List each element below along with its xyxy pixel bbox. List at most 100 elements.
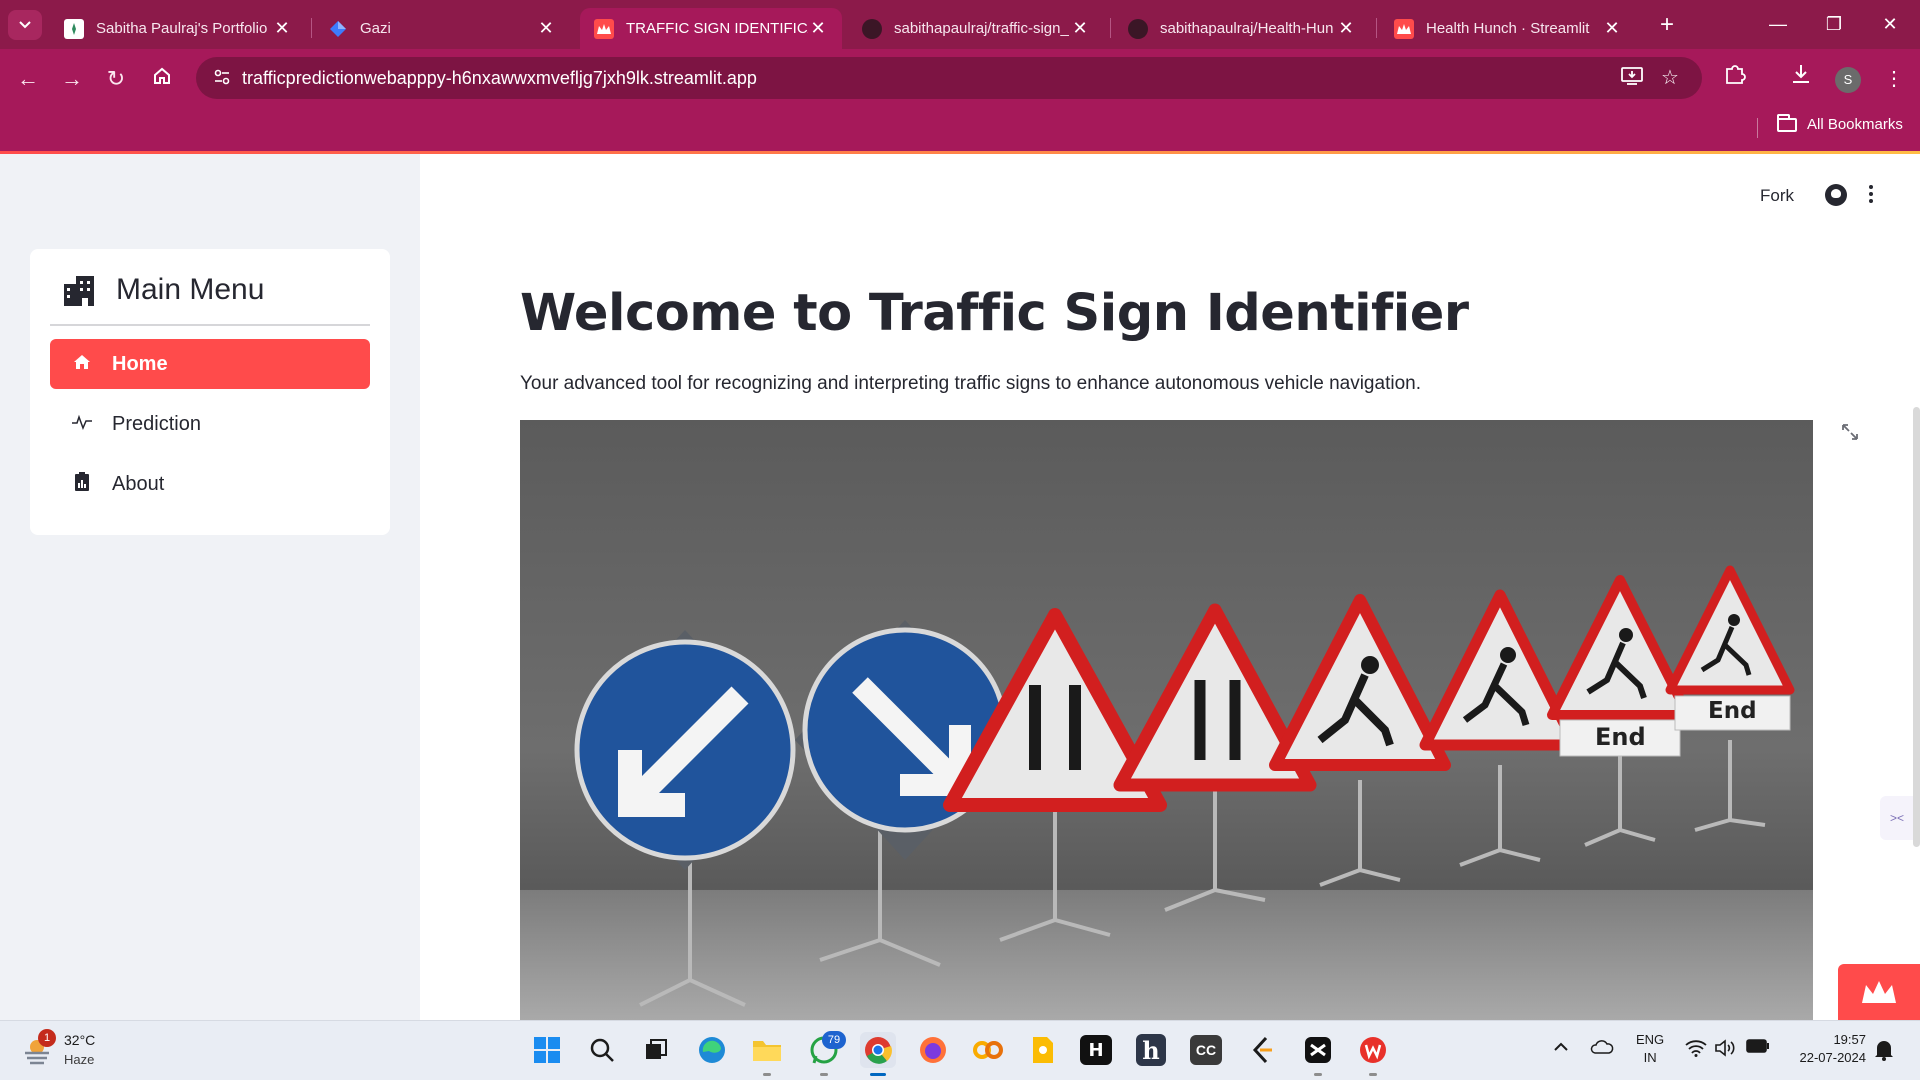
new-tab-button[interactable]: +: [1652, 12, 1682, 40]
github-favicon-icon: [862, 18, 882, 39]
floating-side-widget[interactable]: ><: [1880, 796, 1914, 840]
house-icon: [70, 353, 94, 376]
bookmark-star-icon[interactable]: ☆: [1658, 66, 1682, 90]
codechef-app[interactable]: CC: [1190, 1035, 1222, 1065]
close-tab-icon[interactable]: ✕: [1070, 18, 1090, 39]
fork-button[interactable]: Fork: [1760, 186, 1794, 206]
search-button[interactable]: [584, 1032, 620, 1068]
file-explorer-app[interactable]: [749, 1032, 785, 1068]
chrome-app[interactable]: [860, 1032, 896, 1068]
nav-item-home[interactable]: Home: [50, 339, 370, 389]
bookmarks-divider: [1757, 118, 1758, 138]
wifi-tray[interactable]: [1684, 1039, 1708, 1063]
close-tab-icon[interactable]: ✕: [536, 18, 556, 39]
whatsapp-badge: 79: [822, 1031, 846, 1049]
close-tab-icon[interactable]: ✕: [1336, 18, 1356, 39]
tab-health-hunch[interactable]: Health Hunch · Streamlit ✕: [1380, 8, 1636, 49]
menu-divider: [50, 324, 370, 326]
weather-temperature: 32°C: [64, 1032, 96, 1048]
tab-title: sabithapaulraj/traffic-sign_: [894, 20, 1069, 37]
app-menu-button[interactable]: [1866, 182, 1876, 206]
gazi-favicon-icon: [328, 19, 348, 39]
tab-divider: [311, 18, 312, 38]
edge-app[interactable]: [694, 1032, 730, 1068]
onedrive-tray[interactable]: [1590, 1039, 1614, 1063]
tab-divider: [1110, 18, 1111, 38]
bell-icon: [1875, 1041, 1893, 1061]
nav-item-label: About: [112, 472, 165, 495]
home-icon: [154, 67, 170, 84]
colab-app[interactable]: [970, 1032, 1006, 1068]
back-button[interactable]: ←: [12, 63, 44, 95]
tab-title: Health Hunch · Streamlit: [1426, 20, 1590, 37]
tab-github-traffic[interactable]: sabithapaulraj/traffic-sign_ ✕: [848, 8, 1104, 49]
hashnode-app[interactable]: h: [1136, 1034, 1166, 1066]
task-view-button[interactable]: [638, 1032, 674, 1068]
codechef-icon-label: CC: [1195, 1042, 1217, 1058]
hashnode-icon-label: h: [1142, 1035, 1160, 1065]
task-view-icon: [646, 1039, 667, 1059]
firefox-icon: [920, 1037, 946, 1063]
notifications-button[interactable]: [1872, 1039, 1896, 1063]
forward-button[interactable]: →: [56, 63, 88, 95]
language-indicator[interactable]: ENG IN: [1636, 1031, 1664, 1067]
tab-title: sabithapaulraj/Health-Hun: [1160, 20, 1334, 37]
tab-traffic-sign[interactable]: TRAFFIC SIGN IDENTIFICAT ✕: [580, 8, 842, 49]
hackerrank-app[interactable]: H: [1080, 1035, 1112, 1065]
close-window-button[interactable]: ✕: [1862, 8, 1918, 40]
browser-menu-button[interactable]: ⋮: [1878, 63, 1910, 95]
taskbar-clock[interactable]: 19:57 22-07-2024: [1786, 1031, 1867, 1067]
capcut-app[interactable]: [1300, 1032, 1336, 1068]
github-icon[interactable]: [1825, 184, 1847, 206]
scrollbar[interactable]: [1913, 407, 1920, 847]
tab-strip: Sabitha Paulraj's Portfolio ✕ Gazi ✕ TRA…: [0, 0, 1920, 49]
minimize-button[interactable]: —: [1750, 8, 1806, 40]
battery-tray[interactable]: [1746, 1039, 1770, 1063]
keep-app[interactable]: [1025, 1032, 1061, 1068]
running-indicator: [1369, 1073, 1377, 1076]
weather-condition: Haze: [64, 1052, 95, 1067]
tab-search-button[interactable]: [8, 10, 42, 40]
install-app-icon[interactable]: [1620, 66, 1644, 90]
url-text[interactable]: trafficpredictionwebapppy-h6nxawwxmveflj…: [242, 68, 757, 89]
site-info-icon[interactable]: [212, 68, 232, 88]
tab-title: TRAFFIC SIGN IDENTIFICAT: [626, 20, 808, 37]
end-plate-label: End: [1708, 698, 1757, 724]
all-bookmarks-button[interactable]: All Bookmarks: [1777, 113, 1903, 133]
tab-portfolio[interactable]: Sabitha Paulraj's Portfolio ✕: [50, 8, 306, 49]
battery-charging-icon: [1746, 1039, 1769, 1053]
tab-github-health[interactable]: sabithapaulraj/Health-Hun ✕: [1114, 8, 1370, 49]
close-tab-icon[interactable]: ✕: [808, 18, 828, 39]
nav-item-label: Prediction: [112, 412, 201, 435]
close-tab-icon[interactable]: ✕: [272, 18, 292, 39]
show-hidden-icons-button[interactable]: [1549, 1039, 1573, 1063]
address-bar[interactable]: trafficpredictionwebapppy-h6nxawwxmveflj…: [196, 57, 1702, 99]
streamlit-badge[interactable]: [1838, 964, 1920, 1020]
extensions-button[interactable]: [1719, 63, 1751, 95]
streamlit-crown-icon: [1862, 981, 1896, 1003]
folder-icon: [753, 1041, 781, 1061]
wps-office-app[interactable]: [1355, 1032, 1391, 1068]
leetcode-icon: [1252, 1036, 1272, 1064]
restore-button[interactable]: ❐: [1806, 8, 1862, 40]
reload-button[interactable]: ↻: [100, 63, 132, 95]
chevron-up-icon: [1554, 1042, 1568, 1051]
clipboard-data-icon: [70, 471, 94, 497]
nav-item-prediction[interactable]: Prediction: [50, 399, 370, 449]
fullscreen-expand-icon[interactable]: [1838, 422, 1862, 446]
volume-tray[interactable]: [1713, 1039, 1737, 1063]
downloads-button[interactable]: [1785, 63, 1817, 95]
wifi-icon: [1685, 1040, 1707, 1057]
leetcode-app[interactable]: [1245, 1032, 1281, 1068]
close-tab-icon[interactable]: ✕: [1602, 18, 1622, 39]
active-indicator: [870, 1073, 886, 1076]
firefox-app[interactable]: [915, 1032, 951, 1068]
browser-toolbar: ← → ↻ trafficpredictionwebapppy-h6nxawwx…: [0, 49, 1920, 139]
home-button[interactable]: [146, 63, 178, 95]
clock-date: 22-07-2024: [1799, 1050, 1867, 1065]
nav-item-about[interactable]: About: [50, 459, 370, 509]
profile-avatar[interactable]: S: [1835, 67, 1861, 93]
tab-gazi[interactable]: Gazi ✕: [314, 8, 570, 49]
start-button[interactable]: [529, 1032, 565, 1068]
taskbar: 1 32°C Haze 79 H h CC ENG IN 19:57 22-07…: [0, 1020, 1920, 1080]
